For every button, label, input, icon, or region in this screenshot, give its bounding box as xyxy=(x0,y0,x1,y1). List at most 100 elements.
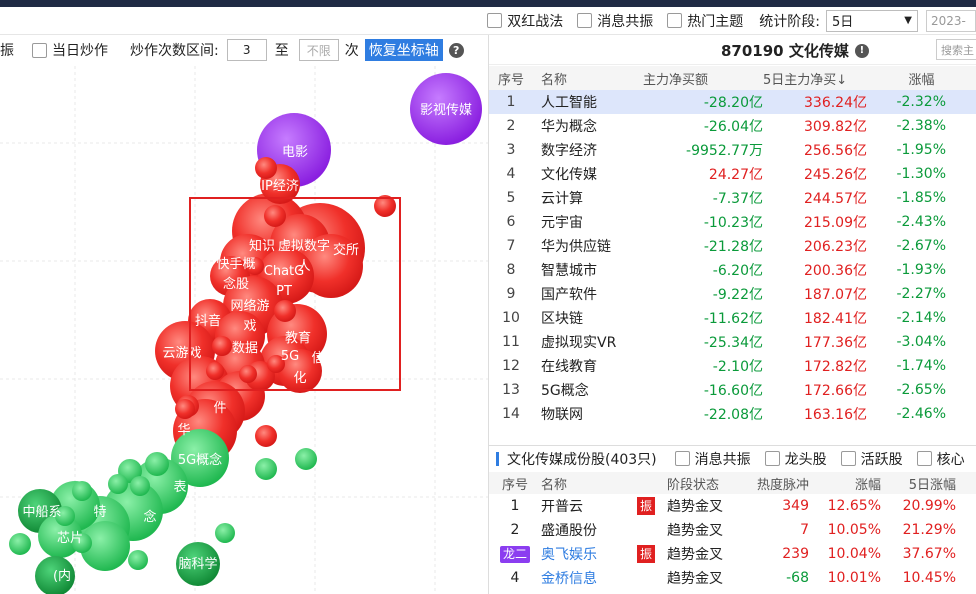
table-row[interactable]: 1 人工智能 -28.20亿 336.24亿 -2.32% xyxy=(489,90,976,114)
row-name[interactable]: 盛通股份 xyxy=(541,518,637,542)
table-row[interactable]: 8 智慧城市 -6.20亿 200.36亿 -1.93% xyxy=(489,258,976,282)
red-bubbles[interactable] xyxy=(155,157,396,463)
table-row[interactable]: 龙二 奥飞娱乐振趋势金叉 239 10.04% 37.67% xyxy=(489,542,976,566)
stat-period-select[interactable]: 5日 ▼ xyxy=(826,9,918,32)
svg-text:特: 特 xyxy=(93,505,106,520)
section-marker xyxy=(496,451,499,466)
row-state: 趋势金叉 xyxy=(667,499,723,515)
svg-text:知识: 知识 xyxy=(249,238,275,254)
table-row[interactable]: 7 华为供应链 -21.28亿 206.23亿 -2.67% xyxy=(489,234,976,258)
row-name: 数字经济 xyxy=(541,143,597,159)
row-change: 10.01% xyxy=(827,570,881,586)
row-change: -2.14% xyxy=(896,310,946,326)
col-header-index[interactable]: 序号 xyxy=(489,66,533,90)
row-name: 区块链 xyxy=(541,311,583,327)
bubble-chart-svg[interactable]: 影视传媒 电影 IP经济 知识 虚拟数字 人 交所 快手概 念股 ChatG P… xyxy=(0,66,488,594)
row-heat: -68 xyxy=(786,570,809,586)
row-net5: 309.82亿 xyxy=(804,119,867,135)
table-row[interactable]: 6 元宇宙 -10.23亿 215.09亿 -2.43% xyxy=(489,210,976,234)
checkbox-box[interactable] xyxy=(916,451,932,466)
table-row[interactable]: 13 5G概念 -16.60亿 172.66亿 -2.65% xyxy=(489,378,976,402)
table-row[interactable]: 4 金桥信息 趋势金叉 -68 10.01% 10.45% xyxy=(489,566,976,590)
same-day-checkbox[interactable]: 当日炒作 xyxy=(32,40,108,60)
col-header-heat[interactable]: 热度脉冲 xyxy=(741,472,809,494)
row-name[interactable]: 金桥信息 xyxy=(541,566,637,590)
col-header-name[interactable]: 名称 xyxy=(541,472,637,494)
double-red-checkbox[interactable]: 双红战法 xyxy=(487,11,563,31)
table-row[interactable]: 5 云计算 -7.37亿 244.57亿 -1.85% xyxy=(489,186,976,210)
filter-core[interactable]: 核心 xyxy=(916,449,965,469)
range-min-input[interactable]: 3 xyxy=(226,39,267,61)
date-input[interactable]: 2023- xyxy=(926,9,976,32)
row-name: 人工智能 xyxy=(533,90,643,114)
svg-text:中船系: 中船系 xyxy=(22,505,61,520)
row-index: 龙二 xyxy=(489,542,541,566)
help-icon[interactable]: ? xyxy=(448,42,464,58)
hot-theme-checkbox[interactable]: 热门主题 xyxy=(667,11,743,31)
row-name: 国产软件 xyxy=(541,287,597,303)
col-header-index[interactable]: 序号 xyxy=(489,472,541,494)
table-row[interactable]: 4 文化传媒 24.27亿 245.26亿 -1.30% xyxy=(489,162,976,186)
table-row[interactable]: 1 开普云振趋势金叉 349 12.65% 20.99% xyxy=(489,494,976,518)
table-row[interactable]: 9 国产软件 -9.22亿 187.07亿 -2.27% xyxy=(489,282,976,306)
svg-text:网络游: 网络游 xyxy=(230,298,269,314)
table-row[interactable]: 3 数字经济 -9952.77万 256.56亿 -1.95% xyxy=(489,138,976,162)
row-change: -1.95% xyxy=(896,142,946,158)
search-input[interactable]: 搜索主 xyxy=(936,39,976,60)
row-net: -7.37亿 xyxy=(712,191,763,207)
leader-badge: 龙二 xyxy=(499,545,530,563)
row-index: 12 xyxy=(502,358,520,374)
col-header-change5[interactable]: 5日涨幅 xyxy=(881,472,976,494)
bubble-label: 影视传媒 xyxy=(420,103,472,118)
filter-active[interactable]: 活跃股 xyxy=(840,449,903,469)
table-row[interactable]: 10 区块链 -11.62亿 182.41亿 -2.14% xyxy=(489,306,976,330)
col-header-name[interactable]: 名称 xyxy=(533,66,643,90)
row-net5: 215.09亿 xyxy=(804,215,867,231)
bubble-chart[interactable]: 影视传媒 电影 IP经济 知识 虚拟数字 人 交所 快手概 念股 ChatG P… xyxy=(0,66,488,594)
row-change: -3.04% xyxy=(896,334,946,350)
row-change: 12.65% xyxy=(827,498,881,514)
row-net5: 172.66亿 xyxy=(804,383,867,399)
stock-header: 870190 文化传媒 ! 搜索主 xyxy=(489,35,976,65)
reset-axis-button[interactable]: 恢复坐标轴 xyxy=(364,39,443,61)
svg-text:华: 华 xyxy=(177,423,190,438)
row-net5: 245.26亿 xyxy=(804,167,867,183)
checkbox-box[interactable] xyxy=(840,451,856,466)
news-resonance-checkbox[interactable]: 消息共振 xyxy=(577,11,653,31)
filter-leader[interactable]: 龙头股 xyxy=(764,449,827,469)
row-change: -1.93% xyxy=(896,262,946,278)
col-header-net[interactable]: 主力净买额 xyxy=(643,66,763,90)
row-net5: 244.57亿 xyxy=(804,191,867,207)
checkbox-box[interactable] xyxy=(674,451,690,466)
checkbox-box[interactable] xyxy=(667,13,683,28)
table-row[interactable]: 2 盛通股份 趋势金叉 7 10.05% 21.29% xyxy=(489,518,976,542)
row-change: -2.67% xyxy=(896,238,946,254)
checkbox-box[interactable] xyxy=(487,13,503,28)
col-header-change[interactable]: 涨幅 xyxy=(867,66,976,90)
row-change: -2.32% xyxy=(867,90,976,114)
table-row[interactable]: 11 虚拟现实VR -25.34亿 177.36亿 -3.04% xyxy=(489,330,976,354)
range-max-input[interactable]: 不限 xyxy=(298,39,339,61)
row-change5: 21.29% xyxy=(902,522,956,538)
svg-text:化: 化 xyxy=(293,371,306,386)
info-icon[interactable]: ! xyxy=(854,43,869,58)
checkbox-box[interactable] xyxy=(577,13,593,28)
row-name[interactable]: 开普云 xyxy=(541,494,637,518)
svg-text:5G概念: 5G概念 xyxy=(178,452,222,468)
zhen-badge: 振 xyxy=(637,545,655,563)
table-row[interactable]: 14 物联网 -22.08亿 163.16亿 -2.46% xyxy=(489,402,976,426)
filter-news-resonance[interactable]: 消息共振 xyxy=(674,449,751,469)
checkbox-box[interactable] xyxy=(764,451,780,466)
table-row[interactable]: 12 在线教育 -2.10亿 172.82亿 -1.74% xyxy=(489,354,976,378)
svg-text:虚拟数字: 虚拟数字 xyxy=(278,239,330,254)
col-header-change[interactable]: 涨幅 xyxy=(809,472,881,494)
row-change: -2.46% xyxy=(896,406,946,422)
row-index: 1 xyxy=(489,90,533,114)
col-header-net5[interactable]: 5日主力净买↓ xyxy=(763,66,867,90)
col-header-state[interactable]: 阶段状态 xyxy=(667,472,741,494)
row-name[interactable]: 奥飞娱乐 xyxy=(541,542,637,566)
row-index: 6 xyxy=(506,214,516,230)
table-row[interactable]: 2 华为概念 -26.04亿 309.82亿 -2.38% xyxy=(489,114,976,138)
row-name: 物联网 xyxy=(541,407,583,423)
checkbox-box[interactable] xyxy=(32,42,47,58)
